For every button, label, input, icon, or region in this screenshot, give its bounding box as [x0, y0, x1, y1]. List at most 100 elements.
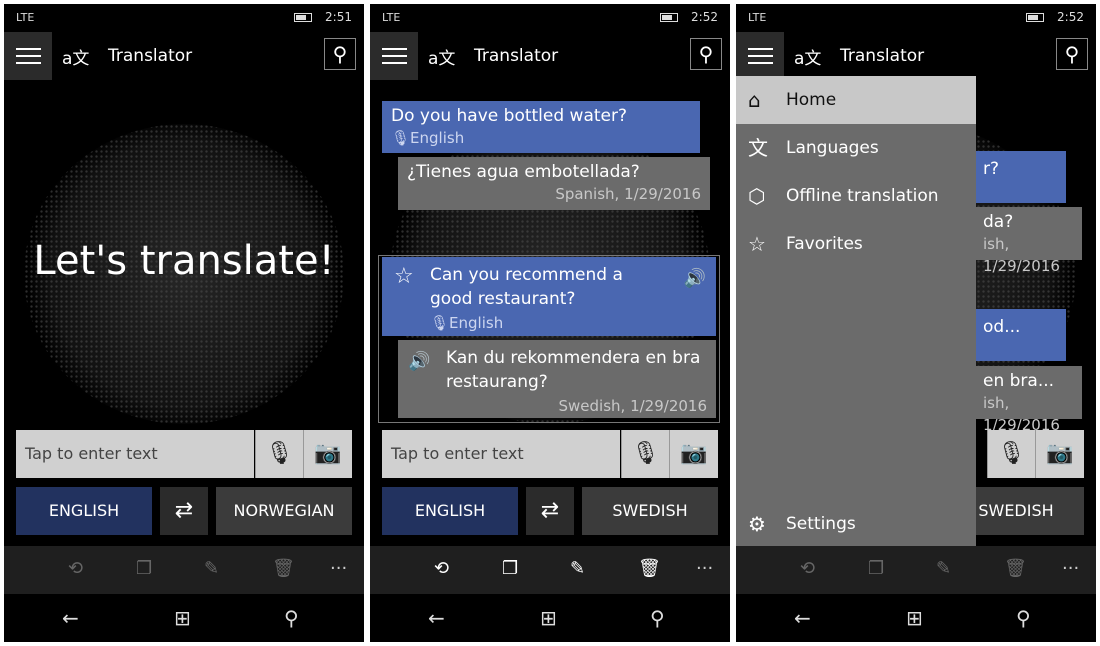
microphone-button[interactable]: 🎙 [255, 430, 303, 478]
battery-icon [294, 13, 312, 22]
translation-bubble: da? ish, 1/29/2016 [974, 207, 1082, 275]
source-language-label: 🎙English [430, 314, 504, 332]
translation-meta: Swedish, 1/29/2016 [558, 397, 707, 415]
copy-icon[interactable]: ❐ [136, 558, 152, 579]
search-button[interactable]: ⚲ [690, 38, 722, 70]
search-button[interactable]: ⚲ [324, 38, 356, 70]
translation-text: ¿Tienes agua embotellada? [407, 162, 640, 182]
edit-icon[interactable]: ✎ [936, 558, 951, 579]
languages-icon: 文 [748, 136, 768, 160]
app-bar: ⟲ ❐ ✎ 🗑 ··· [736, 546, 1096, 594]
share-icon[interactable]: ⟲ [68, 558, 83, 579]
source-bubble[interactable]: ☆ 🔊 Can you recommend a good restaurant? 🎙E… [382, 257, 716, 336]
edit-icon[interactable]: ✎ [570, 558, 585, 579]
translation-text: Kan du rekommendera en bra restaurang? [446, 348, 701, 392]
nav-bar: ← ⊞ ⚲ [4, 594, 364, 642]
phone-screen-home: LTE 2:51 a文 Translator ⚲ Let's translate!… [4, 4, 364, 642]
share-icon[interactable]: ⟲ [800, 558, 815, 579]
app-bar: ⟲ ❐ ✎ 🗑 ··· [4, 546, 364, 594]
source-language-label: 🎙English [391, 129, 465, 147]
speaker-icon[interactable]: 🔊 [684, 267, 706, 291]
more-button[interactable]: ··· [330, 558, 347, 579]
menu-item-settings[interactable]: ⚙ Settings [736, 500, 976, 548]
status-bar: LTE 2:52 [370, 4, 730, 32]
source-text: Can you recommend a good restaurant? [430, 265, 623, 309]
navigation-pane: ⌂ Home 文 Languages ⬡ Offline translation ☆ F… [736, 76, 976, 546]
translator-logo-icon: a文 [794, 49, 822, 69]
menu-item-label: Languages [786, 138, 879, 158]
search-icon[interactable]: ⚲ [1016, 606, 1031, 630]
windows-icon[interactable]: ⊞ [540, 606, 557, 630]
windows-icon[interactable]: ⊞ [906, 606, 923, 630]
camera-button[interactable]: 📷 [303, 430, 352, 478]
translation-bubble[interactable]: 🔊 Kan du rekommendera en bra restaurang? S… [398, 340, 716, 418]
share-icon[interactable]: ⟲ [434, 558, 449, 579]
hamburger-menu-button[interactable] [370, 32, 418, 80]
clock: 2:52 [1057, 10, 1084, 24]
source-bubble: r? [974, 151, 1066, 203]
target-language-button[interactable]: NORWEGIAN [216, 487, 352, 535]
status-bar: LTE 2:51 [4, 4, 364, 32]
nav-bar: ← ⊞ ⚲ [736, 594, 1096, 642]
nav-bar: ← ⊞ ⚲ [370, 594, 730, 642]
menu-item-label: Offline translation [786, 186, 939, 206]
hamburger-menu-button[interactable] [4, 32, 52, 80]
source-text: Do you have bottled water? [391, 106, 628, 126]
copy-icon[interactable]: ❐ [502, 558, 518, 579]
header: a文 Translator ⚲ [370, 32, 730, 80]
edit-icon[interactable]: ✎ [204, 558, 219, 579]
network-indicator: LTE [748, 11, 767, 24]
source-bubble[interactable]: Do you have bottled water? 🎙English [382, 101, 700, 153]
favorite-star-icon[interactable]: ☆ [394, 265, 414, 289]
more-button[interactable]: ··· [1062, 558, 1079, 579]
phone-screen-conversation: LTE 2:52 a文 Translator ⚲ Do you have bott… [370, 4, 730, 642]
battery-icon [660, 13, 678, 22]
translation-meta: Spanish, 1/29/2016 [555, 185, 701, 203]
search-button[interactable]: ⚲ [1056, 38, 1088, 70]
speaker-icon[interactable]: 🔊 [408, 350, 430, 374]
copy-icon[interactable]: ❐ [868, 558, 884, 579]
target-language-button[interactable]: SWEDISH [582, 487, 718, 535]
menu-item-label: Settings [786, 514, 856, 534]
swap-languages-button[interactable]: ⇄ [160, 487, 208, 535]
camera-button[interactable]: 📷 [1035, 430, 1084, 478]
phone-screen-menu: LTE 2:52 a文 Translator ⚲ r? da? ish, 1/29/… [736, 4, 1096, 642]
source-language-button[interactable]: ENGLISH [16, 487, 152, 535]
windows-icon[interactable]: ⊞ [174, 606, 191, 630]
delete-icon[interactable]: 🗑 [1004, 558, 1027, 579]
gear-icon: ⚙ [748, 512, 766, 536]
translation-bubble[interactable]: ¿Tienes agua embotellada? Spanish, 1/29/2… [398, 157, 710, 210]
back-icon[interactable]: ← [794, 606, 811, 630]
back-icon[interactable]: ← [62, 606, 79, 630]
hamburger-menu-button[interactable] [736, 32, 784, 80]
translator-logo-icon: a文 [62, 49, 90, 69]
translator-logo-icon: a文 [428, 49, 456, 69]
source-language-button[interactable]: ENGLISH [382, 487, 518, 535]
text-input[interactable]: Tap to enter text [16, 430, 254, 478]
hero-text: Let's translate! [33, 238, 335, 284]
menu-item-home[interactable]: ⌂ Home [736, 76, 976, 124]
source-bubble: od... [974, 309, 1066, 361]
delete-icon[interactable]: 🗑 [272, 558, 295, 579]
battery-icon [1026, 13, 1044, 22]
menu-item-offline-translation[interactable]: ⬡ Offline translation [736, 172, 976, 220]
search-icon[interactable]: ⚲ [650, 606, 665, 630]
app-title: Translator [474, 46, 559, 66]
app-title: Translator [840, 46, 925, 66]
microphone-button[interactable]: 🎙 [621, 430, 669, 478]
text-input[interactable]: Tap to enter text [382, 430, 620, 478]
camera-button[interactable]: 📷 [669, 430, 718, 478]
more-button[interactable]: ··· [696, 558, 713, 579]
menu-item-favorites[interactable]: ☆ Favorites [736, 220, 976, 268]
menu-item-languages[interactable]: 文 Languages [736, 124, 976, 172]
menu-item-label: Favorites [786, 234, 863, 254]
header: a文 Translator ⚲ [736, 32, 1096, 80]
delete-icon[interactable]: 🗑 [638, 558, 661, 579]
network-indicator: LTE [382, 11, 401, 24]
swap-languages-button[interactable]: ⇄ [526, 487, 574, 535]
offline-package-icon: ⬡ [748, 184, 766, 208]
search-icon[interactable]: ⚲ [284, 606, 299, 630]
microphone-button[interactable]: 🎙 [987, 430, 1035, 478]
clock: 2:51 [325, 10, 352, 24]
back-icon[interactable]: ← [428, 606, 445, 630]
